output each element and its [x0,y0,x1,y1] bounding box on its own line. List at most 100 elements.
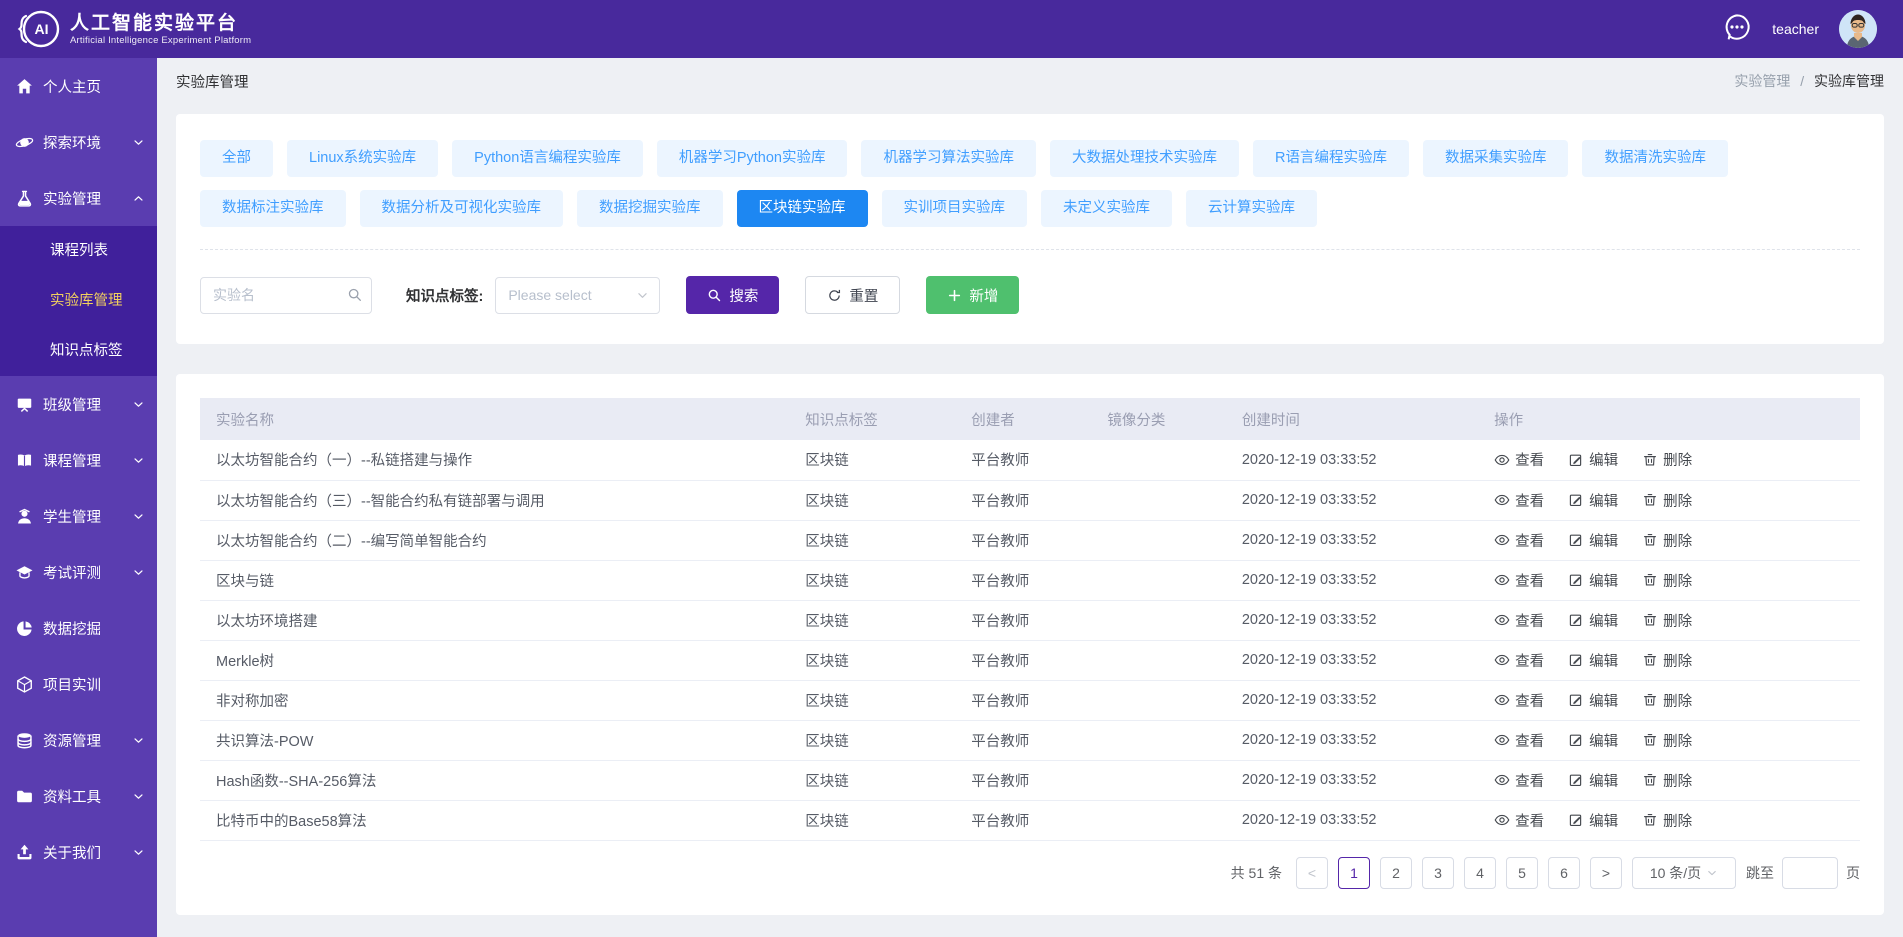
filter-tag-2[interactable]: Python语言编程实验库 [452,140,643,177]
sidebar-item-label: 资源管理 [43,730,101,751]
created-at-cell: 2020-12-19 03:33:52 [1226,520,1478,560]
avatar[interactable] [1839,10,1877,48]
filter-tag-8[interactable]: 数据清洗实验库 [1582,140,1728,177]
tag-cell: 区块链 [789,640,955,680]
filter-tag-15[interactable]: 云计算实验库 [1186,190,1317,227]
filter-tag-9[interactable]: 数据标注实验库 [200,190,346,227]
sidebar-item-7[interactable]: 数据挖掘 [0,600,157,656]
delete-button[interactable]: 删除 [1642,490,1692,511]
edit-button[interactable]: 编辑 [1568,490,1618,511]
experiment-name-cell: 以太坊智能合约（二）--编写简单智能合约 [200,520,789,560]
edit-button[interactable]: 编辑 [1568,770,1618,791]
view-button[interactable]: 查看 [1494,690,1544,711]
page-button-5[interactable]: 5 [1506,857,1538,889]
column-header: 实验名称 [200,398,789,440]
sidebar-item-11[interactable]: 关于我们 [0,824,157,880]
sidebar-item-5[interactable]: 学生管理 [0,488,157,544]
edit-button[interactable]: 编辑 [1568,810,1618,831]
edit-button[interactable]: 编辑 [1568,650,1618,671]
delete-button[interactable]: 删除 [1642,610,1692,631]
edit-icon [1568,492,1584,508]
delete-button[interactable]: 删除 [1642,810,1692,831]
tag-filter-select[interactable]: Please select [495,277,660,314]
sidebar-item-1[interactable]: 探索环境 [0,114,157,170]
jump-input[interactable] [1782,857,1838,889]
edit-button[interactable]: 编辑 [1568,449,1618,470]
filter-tag-11[interactable]: 数据挖掘实验库 [577,190,723,227]
page-button-1[interactable]: 1 [1338,857,1370,889]
view-button[interactable]: 查看 [1494,610,1544,631]
sidebar-item-2[interactable]: 实验管理 [0,170,157,226]
row-actions: 查看 编辑 删除 [1494,810,1850,831]
edit-button[interactable]: 编辑 [1568,730,1618,751]
edit-button[interactable]: 编辑 [1568,690,1618,711]
edit-icon [1568,692,1584,708]
sidebar-item-6[interactable]: 考试评测 [0,544,157,600]
delete-button[interactable]: 删除 [1642,530,1692,551]
page-button-6[interactable]: 6 [1548,857,1580,889]
eye-icon [1494,652,1510,668]
breadcrumb-separator: / [1800,73,1804,89]
filter-tag-4[interactable]: 机器学习算法实验库 [861,140,1036,177]
actions-cell: 查看 编辑 删除 [1478,560,1860,600]
edit-button[interactable]: 编辑 [1568,530,1618,551]
delete-button[interactable]: 删除 [1642,570,1692,591]
page-button-2[interactable]: 2 [1380,857,1412,889]
sidebar-subitem-0[interactable]: 课程列表 [0,226,157,276]
table-header-row: 实验名称知识点标签创建者镜像分类创建时间操作 [200,398,1860,440]
filter-tag-0[interactable]: 全部 [200,140,273,177]
sidebar-subitem-1[interactable]: 实验库管理 [0,276,157,326]
image-category-cell [1091,440,1225,480]
filter-tag-13[interactable]: 实训项目实验库 [882,190,1028,227]
edit-icon [1568,612,1584,628]
filter-tag-10[interactable]: 数据分析及可视化实验库 [360,190,564,227]
reset-button[interactable]: 重置 [805,276,900,314]
sidebar-item-8[interactable]: 项目实训 [0,656,157,712]
sidebar-item-10[interactable]: 资料工具 [0,768,157,824]
sidebar-item-0[interactable]: 个人主页 [0,58,157,114]
breadcrumb-parent[interactable]: 实验管理 [1734,73,1790,89]
sidebar-item-3[interactable]: 班级管理 [0,376,157,432]
username[interactable]: teacher [1772,21,1819,37]
view-button[interactable]: 查看 [1494,810,1544,831]
view-button[interactable]: 查看 [1494,650,1544,671]
page-size-select[interactable]: 10 条/页 [1632,857,1736,889]
view-button[interactable]: 查看 [1494,530,1544,551]
view-button[interactable]: 查看 [1494,490,1544,511]
page-button-3[interactable]: 3 [1422,857,1454,889]
view-button[interactable]: 查看 [1494,770,1544,791]
sidebar-subitem-2[interactable]: 知识点标签 [0,326,157,376]
page-prev-button[interactable]: < [1296,857,1328,889]
filter-tag-14[interactable]: 未定义实验库 [1041,190,1172,227]
tag-cell: 区块链 [789,600,955,640]
view-button[interactable]: 查看 [1494,730,1544,751]
column-header: 创建时间 [1226,398,1478,440]
row-actions: 查看 编辑 删除 [1494,650,1850,671]
messages-icon[interactable] [1722,12,1752,47]
sidebar-item-9[interactable]: 资源管理 [0,712,157,768]
tag-cell: 区块链 [789,800,955,840]
page-next-button[interactable]: > [1590,857,1622,889]
delete-button[interactable]: 删除 [1642,730,1692,751]
view-button[interactable]: 查看 [1494,570,1544,591]
add-button[interactable]: 新增 [926,276,1019,314]
delete-button[interactable]: 删除 [1642,449,1692,470]
table-row: 共识算法-POW区块链平台教师2020-12-19 03:33:52查看编辑删除 [200,720,1860,760]
chevron-icon [132,398,145,411]
filter-tag-5[interactable]: 大数据处理技术实验库 [1050,140,1239,177]
delete-button[interactable]: 删除 [1642,690,1692,711]
filter-tag-6[interactable]: R语言编程实验库 [1253,140,1409,177]
filter-tag-12[interactable]: 区块链实验库 [737,190,868,227]
edit-button[interactable]: 编辑 [1568,610,1618,631]
edit-label: 编辑 [1589,530,1618,551]
filter-tag-7[interactable]: 数据采集实验库 [1423,140,1569,177]
filter-tag-3[interactable]: 机器学习Python实验库 [657,140,848,177]
edit-button[interactable]: 编辑 [1568,570,1618,591]
page-button-4[interactable]: 4 [1464,857,1496,889]
delete-button[interactable]: 删除 [1642,770,1692,791]
filter-tag-1[interactable]: Linux系统实验库 [287,140,438,177]
search-button[interactable]: 搜索 [686,276,779,314]
view-button[interactable]: 查看 [1494,449,1544,470]
delete-button[interactable]: 删除 [1642,650,1692,671]
sidebar-item-4[interactable]: 课程管理 [0,432,157,488]
